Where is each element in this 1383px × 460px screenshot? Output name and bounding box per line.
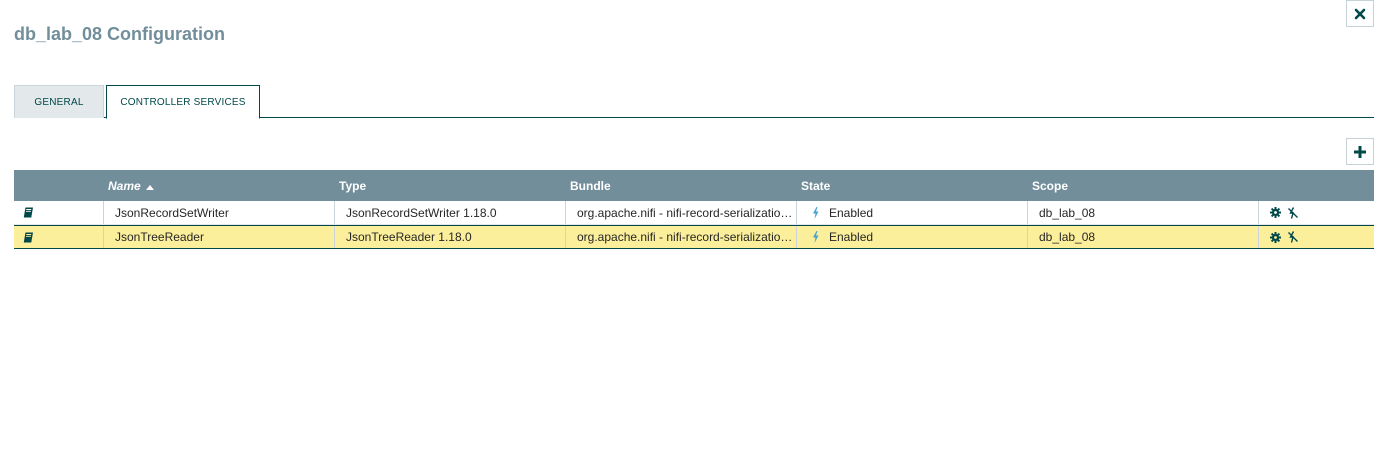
lightning-bolt-icon bbox=[812, 231, 819, 243]
column-header-scope[interactable]: Scope bbox=[1032, 170, 1068, 201]
column-header-type[interactable]: Type bbox=[339, 170, 366, 201]
table-header: Name Type Bundle State Scope bbox=[14, 170, 1374, 201]
row-type: JsonTreeReader 1.18.0 bbox=[335, 226, 566, 248]
row-actions bbox=[1259, 201, 1374, 224]
column-header-state[interactable]: State bbox=[801, 170, 830, 201]
lightning-bolt-icon bbox=[812, 206, 819, 219]
tab-general[interactable]: GENERAL bbox=[14, 85, 104, 118]
row-icon-cell bbox=[14, 226, 104, 248]
column-header-bundle[interactable]: Bundle bbox=[570, 170, 611, 201]
controller-services-table: Name Type Bundle State Scope JsonRecordS… bbox=[14, 170, 1374, 249]
disable-icon[interactable] bbox=[1287, 206, 1299, 219]
add-controller-service-button[interactable] bbox=[1346, 138, 1374, 165]
disable-icon[interactable] bbox=[1287, 231, 1299, 243]
row-actions bbox=[1259, 226, 1374, 248]
row-bundle: org.apache.nifi - nifi-record-serializat… bbox=[566, 201, 797, 224]
table-row[interactable]: JsonTreeReader JsonTreeReader 1.18.0 org… bbox=[14, 225, 1374, 249]
tab-bar: GENERAL CONTROLLER SERVICES bbox=[14, 85, 1374, 119]
gear-icon[interactable] bbox=[1270, 231, 1281, 243]
tab-controller-services[interactable]: CONTROLLER SERVICES bbox=[106, 85, 260, 119]
row-name: JsonRecordSetWriter bbox=[104, 201, 335, 224]
row-state: Enabled bbox=[797, 201, 1028, 224]
book-icon[interactable] bbox=[23, 207, 34, 218]
close-icon bbox=[1354, 8, 1366, 20]
book-icon[interactable] bbox=[23, 232, 34, 243]
column-header-name-label: Name bbox=[108, 178, 141, 193]
row-type: JsonRecordSetWriter 1.18.0 bbox=[335, 201, 566, 224]
column-header-name[interactable]: Name bbox=[108, 170, 154, 201]
close-button[interactable] bbox=[1346, 0, 1374, 27]
row-scope: db_lab_08 bbox=[1028, 226, 1259, 248]
gear-icon[interactable] bbox=[1270, 207, 1281, 218]
row-name: JsonTreeReader bbox=[104, 226, 335, 248]
row-bundle: org.apache.nifi - nifi-record-serializat… bbox=[566, 226, 797, 248]
sort-ascending-icon bbox=[145, 179, 154, 193]
table-row[interactable]: JsonRecordSetWriter JsonRecordSetWriter … bbox=[14, 201, 1374, 225]
page-title: db_lab_08 Configuration bbox=[14, 24, 226, 44]
row-icon-cell bbox=[14, 201, 104, 224]
state-label: Enabled bbox=[829, 230, 874, 244]
row-state: Enabled bbox=[797, 226, 1028, 248]
state-label: Enabled bbox=[829, 205, 874, 220]
plus-icon bbox=[1353, 145, 1367, 159]
row-scope: db_lab_08 bbox=[1028, 201, 1259, 224]
